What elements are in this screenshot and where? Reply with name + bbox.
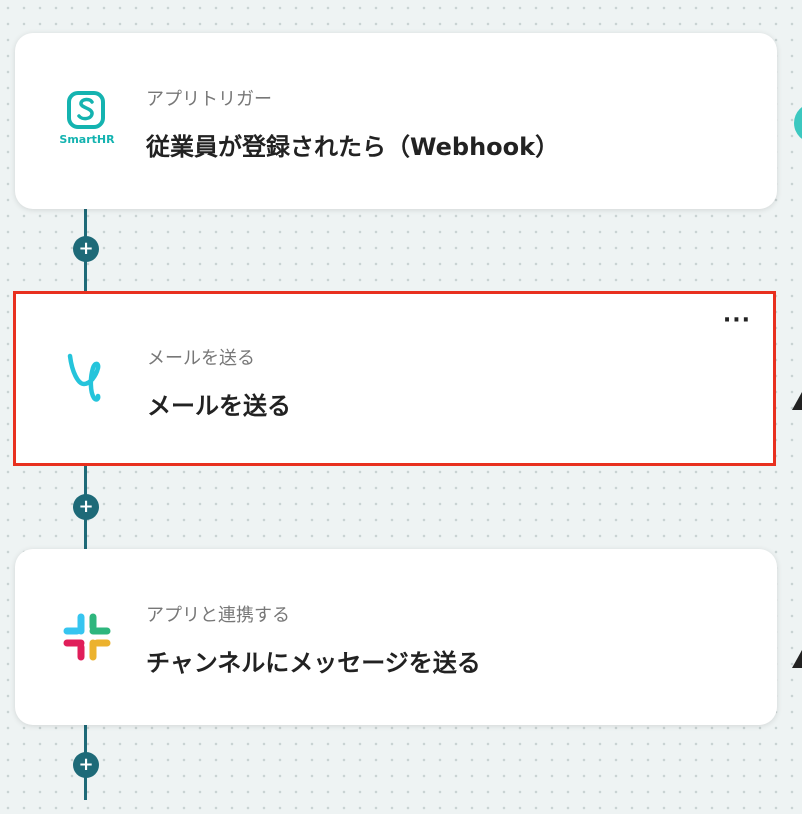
smarthr-icon: SmartHR — [57, 91, 117, 151]
step-title: 従業員が登録されたら（Webhook） — [146, 133, 560, 161]
smarthr-icon-label: SmartHR — [59, 133, 115, 146]
step-card-email[interactable]: ··· メールを送る メールを送る — [13, 291, 776, 466]
mail-app-icon — [58, 348, 118, 408]
step-category: アプリと連携する — [146, 605, 290, 626]
step-card-slack[interactable]: アプリと連携する チャンネルにメッセージを送る — [15, 549, 777, 725]
side-status-circle — [794, 103, 802, 143]
side-warning-icon — [792, 392, 802, 410]
step-category: メールを送る — [147, 348, 255, 369]
step-category: アプリトリガー — [146, 89, 272, 110]
step-card-trigger[interactable]: SmartHR アプリトリガー 従業員が登録されたら（Webhook） — [15, 33, 777, 209]
more-options-button[interactable]: ··· — [723, 310, 751, 332]
side-warning-icon — [792, 650, 802, 668]
add-step-button[interactable]: + — [73, 236, 99, 262]
add-step-button[interactable]: + — [73, 494, 99, 520]
step-title: メールを送る — [147, 392, 291, 420]
slack-icon — [57, 607, 117, 667]
step-title: チャンネルにメッセージを送る — [146, 649, 481, 677]
add-step-button[interactable]: + — [73, 752, 99, 778]
